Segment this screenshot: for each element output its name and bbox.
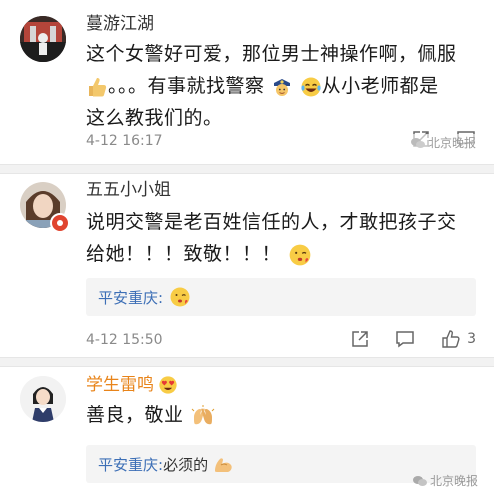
comment-text-line: 给她！！！致敬！！！ bbox=[86, 238, 476, 270]
watermark-text: 北京晚报 bbox=[429, 474, 478, 488]
comment-item: 蔓游江湖 这个女警好可爱，那位男士神操作啊，佩服 。。。有事就找警察 从小老师都… bbox=[0, 0, 494, 172]
avatar[interactable] bbox=[20, 16, 66, 62]
wechat-icon bbox=[412, 475, 427, 486]
comment-text-line: 说明交警是老百姓信任的人，才敢把孩子交 bbox=[86, 211, 457, 233]
comment-text: 说明交警是老百姓信任的人，才敢把孩子交 给她！！！致敬！！！ bbox=[86, 206, 476, 270]
comment-item: 学生雷鸣 善良，敬业 平安重庆: 必须的 北京晚报 bbox=[0, 367, 494, 500]
comment-text-line: 。。。有事就找警察 从小老师都是 bbox=[86, 70, 476, 102]
wechat-icon bbox=[410, 137, 425, 148]
watermark-text: 北京晚报 bbox=[427, 136, 476, 150]
comment-time: 4-12 15:50 bbox=[86, 332, 163, 348]
comment-text-segment: 给她！！！致敬！！！ bbox=[86, 243, 282, 265]
comment-item: 五五小小姐 说明交警是老百姓信任的人，才敢把孩子交 给她！！！致敬！！！ 平安重… bbox=[0, 174, 494, 358]
avatar-image bbox=[20, 16, 66, 62]
username[interactable]: 蔓游江湖 bbox=[86, 14, 154, 34]
comment-button[interactable] bbox=[395, 330, 415, 348]
heart-eyes-emoji bbox=[159, 376, 177, 394]
separator bbox=[0, 164, 494, 174]
comment-text-segment: 善良，敬业 bbox=[86, 404, 184, 426]
separator bbox=[0, 357, 494, 367]
avatar[interactable] bbox=[20, 376, 66, 422]
comment-text: 这个女警好可爱，那位男士神操作啊，佩服 。。。有事就找警察 从小老师都是 这么教… bbox=[86, 38, 476, 134]
reply-text: 必须的 bbox=[163, 455, 209, 474]
kissing-emoji bbox=[289, 244, 310, 265]
comment-text-line: 这个女警好可爱，那位男士神操作啊，佩服 bbox=[86, 43, 457, 65]
thumbs-up-icon bbox=[442, 330, 460, 348]
kissing-emoji bbox=[170, 287, 190, 307]
username[interactable]: 五五小小姐 bbox=[86, 180, 171, 200]
comment-text-line: 善良，敬业 bbox=[86, 399, 476, 431]
watermark: 北京晚报 bbox=[412, 472, 478, 489]
flexed-arm-emoji bbox=[215, 458, 232, 472]
comment-text-segment: 从小老师都是 bbox=[321, 75, 439, 97]
share-icon bbox=[352, 331, 368, 347]
reply-box[interactable]: 平安重庆: bbox=[86, 278, 476, 316]
comment-time: 4-12 16:17 bbox=[86, 133, 163, 149]
like-count: 3 bbox=[467, 331, 476, 347]
laughing-tears-emoji bbox=[301, 77, 321, 96]
comment-text: 善良，敬业 bbox=[86, 399, 476, 431]
police-officer-emoji bbox=[274, 78, 291, 96]
like-button[interactable]: 3 bbox=[441, 329, 476, 349]
flower-icon bbox=[57, 220, 63, 226]
watermark: 北京晚报 bbox=[410, 134, 476, 151]
avatar-image bbox=[20, 376, 66, 422]
comment-text-segment: 。。。有事就找警察 bbox=[108, 75, 265, 97]
thumbs-up-emoji bbox=[89, 77, 107, 96]
username-text[interactable]: 学生雷鸣 bbox=[86, 375, 154, 395]
verified-badge bbox=[50, 213, 70, 233]
comment-icon bbox=[396, 331, 414, 348]
reply-username[interactable]: 平安重庆: bbox=[98, 454, 163, 475]
username[interactable]: 学生雷鸣 bbox=[86, 375, 178, 395]
applause-emoji bbox=[191, 404, 215, 424]
comment-actions: 3 bbox=[351, 329, 476, 349]
share-button[interactable] bbox=[351, 330, 369, 348]
reply-username[interactable]: 平安重庆: bbox=[98, 287, 163, 308]
